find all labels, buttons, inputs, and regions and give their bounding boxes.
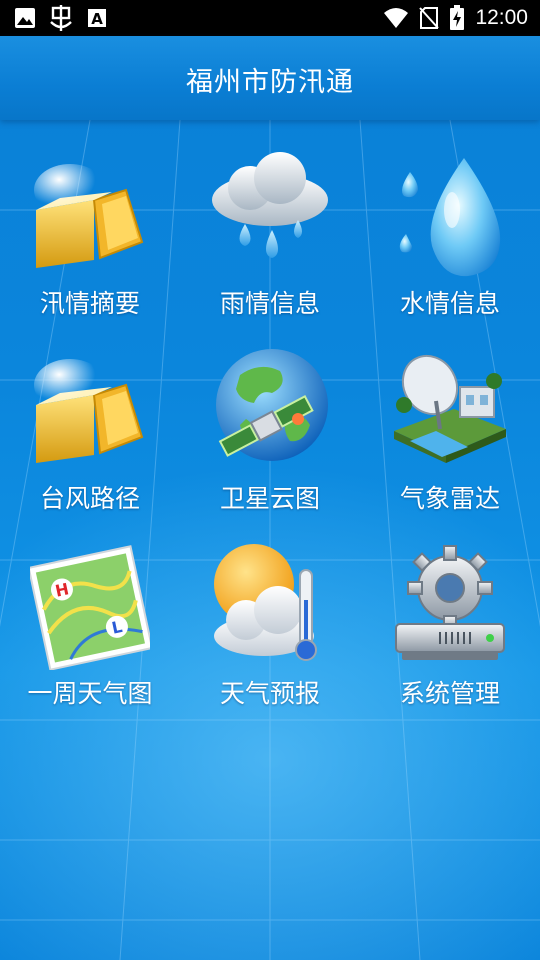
satellite-globe-icon xyxy=(216,349,328,461)
bug-icon xyxy=(50,5,72,31)
app-screen: A 12:00 福州市防汛通 汛情摘要 雨情信息 水情信息 台风路径 卫星云图 … xyxy=(0,0,540,960)
menu-label: 卫星云图 xyxy=(219,484,320,513)
menu-item-water-info[interactable]: 水情信息 xyxy=(360,130,540,325)
folder-box-icon xyxy=(34,359,144,463)
menu-label: 汛情摘要 xyxy=(39,289,140,318)
weather-forecast-icon xyxy=(214,544,317,661)
menu-label: 一周天气图 xyxy=(27,679,153,708)
menu-label: 天气预报 xyxy=(219,679,320,708)
menu-item-rainfall-info[interactable]: 雨情信息 xyxy=(180,130,360,325)
page-title: 福州市防汛通 xyxy=(186,67,354,98)
menu-item-weather-radar[interactable]: 气象雷达 xyxy=(360,325,540,520)
clock: 12:00 xyxy=(475,6,528,29)
menu-item-system-management[interactable]: 系统管理 xyxy=(360,520,540,715)
image-icon xyxy=(15,8,35,28)
gear-drive-icon xyxy=(395,545,505,660)
menu-item-weekly-weather-map[interactable]: H L 一周天气图 xyxy=(0,520,180,715)
menu-label: 雨情信息 xyxy=(219,289,320,318)
water-drop-icon xyxy=(399,158,501,277)
battery-charging-icon xyxy=(450,5,465,30)
rain-cloud-icon xyxy=(212,152,328,258)
svg-text:A: A xyxy=(91,10,103,28)
menu-label: 水情信息 xyxy=(399,289,500,318)
radar-station-icon xyxy=(394,354,506,463)
wifi-icon xyxy=(384,8,409,28)
menu-label: 台风路径 xyxy=(39,484,140,513)
no-sim-icon xyxy=(419,7,440,29)
folder-box-icon xyxy=(34,164,144,268)
menu-label: 气象雷达 xyxy=(399,484,500,513)
menu-item-flood-summary[interactable]: 汛情摘要 xyxy=(0,130,180,325)
weather-map-icon: H L xyxy=(30,545,150,670)
menu-item-weather-forecast[interactable]: 天气预报 xyxy=(180,520,360,715)
font-a-icon: A xyxy=(88,9,106,28)
menu-label: 系统管理 xyxy=(399,679,500,708)
menu-item-satellite-image[interactable]: 卫星云图 xyxy=(180,325,360,520)
status-bar: A 12:00 xyxy=(0,0,540,36)
menu-item-typhoon-path[interactable]: 台风路径 xyxy=(0,325,180,520)
title-bar: 福州市防汛通 xyxy=(0,36,540,120)
